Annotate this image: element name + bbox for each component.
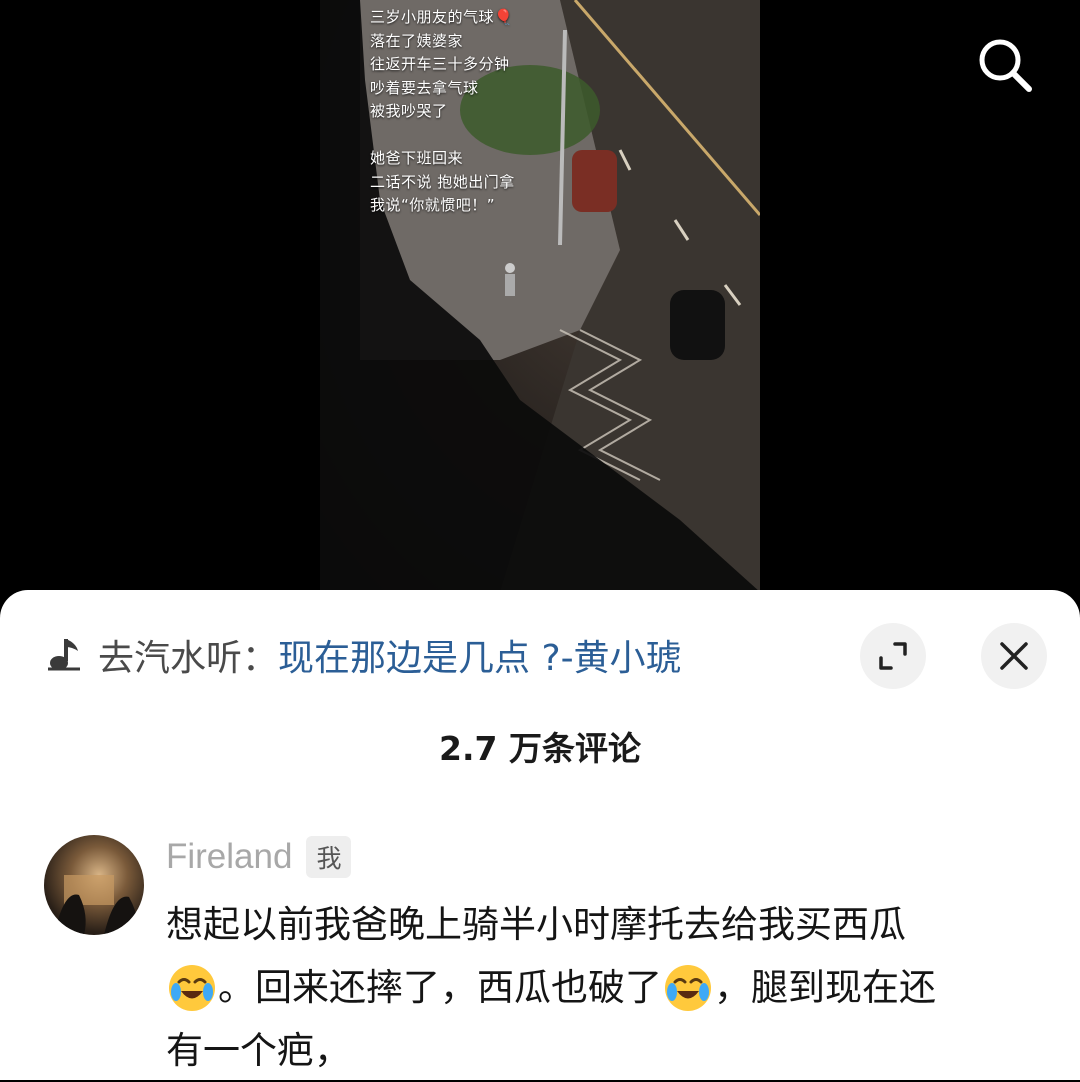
caption-line: 三岁小朋友的气球🎈 xyxy=(370,8,514,26)
comment-line: 有一个疤， xyxy=(166,1019,1046,1082)
caption-line: 落在了姨婆家 xyxy=(370,31,464,50)
comment-text[interactable]: 想起以前我爸晚上骑半小时摩托去给我买西瓜 。回来还摔了，西瓜也破了 ，腿到现在还… xyxy=(166,893,1046,1082)
comment-line: 想起以前我爸晚上骑半小时摩托去给我买西瓜 xyxy=(166,893,1046,956)
caption-line: 往返开车三十多分钟 xyxy=(370,55,510,73)
expand-button[interactable] xyxy=(860,623,926,689)
expand-icon xyxy=(879,642,907,670)
comment-text-segment: 。回来还摔了，西瓜也破了 xyxy=(218,966,662,1009)
music-title-link[interactable]: 现在那边是几点 ?-黄小琥 xyxy=(278,629,682,681)
comment-line: 。回来还摔了，西瓜也破了 ，腿到现在还 xyxy=(166,956,1046,1019)
search-button[interactable] xyxy=(970,30,1040,100)
music-note-icon xyxy=(48,639,80,671)
caption-line: 吵着要去拿气球 xyxy=(370,78,479,97)
close-button[interactable] xyxy=(981,623,1047,689)
video-player[interactable]: 三岁小朋友的气球🎈 落在了姨婆家 往返开车三十多分钟 吵着要去拿气球 被我吵哭了… xyxy=(320,0,760,592)
comment-text-segment: 想起以前我爸晚上骑半小时摩托去给我买西瓜 xyxy=(166,903,906,946)
music-prefix: 去汽水听： xyxy=(98,638,279,679)
comment-author-row: Fireland 我 xyxy=(166,834,352,880)
avatar[interactable] xyxy=(44,835,144,935)
me-badge: 我 xyxy=(306,836,352,878)
caption-line: 她爸下班回来 xyxy=(370,149,464,167)
caption-line: 被我吵哭了 xyxy=(370,102,448,120)
caption-line: 二话不说 抱她出门拿 xyxy=(370,172,515,191)
music-link-row[interactable]: 去汽水听： 现在那边是几点 ?-黄小琥 xyxy=(44,630,682,680)
comment-text-segment: 有一个疤， xyxy=(166,1029,351,1072)
search-icon xyxy=(979,39,1032,92)
username[interactable]: Fireland xyxy=(166,837,292,877)
avatar-image xyxy=(54,875,139,935)
comment-text-segment: ，腿到现在还 xyxy=(714,966,936,1009)
caption-line: 我说“你就惯吧！” xyxy=(370,196,496,214)
video-caption: 三岁小朋友的气球🎈 落在了姨婆家 往返开车三十多分钟 吵着要去拿气球 被我吵哭了… xyxy=(370,6,515,218)
close-icon xyxy=(1000,642,1028,670)
comment-count-title: 2.7 万条评论 xyxy=(439,729,641,768)
crying-laughing-emoji-icon xyxy=(665,964,711,1011)
crying-laughing-emoji-icon xyxy=(169,964,215,1011)
